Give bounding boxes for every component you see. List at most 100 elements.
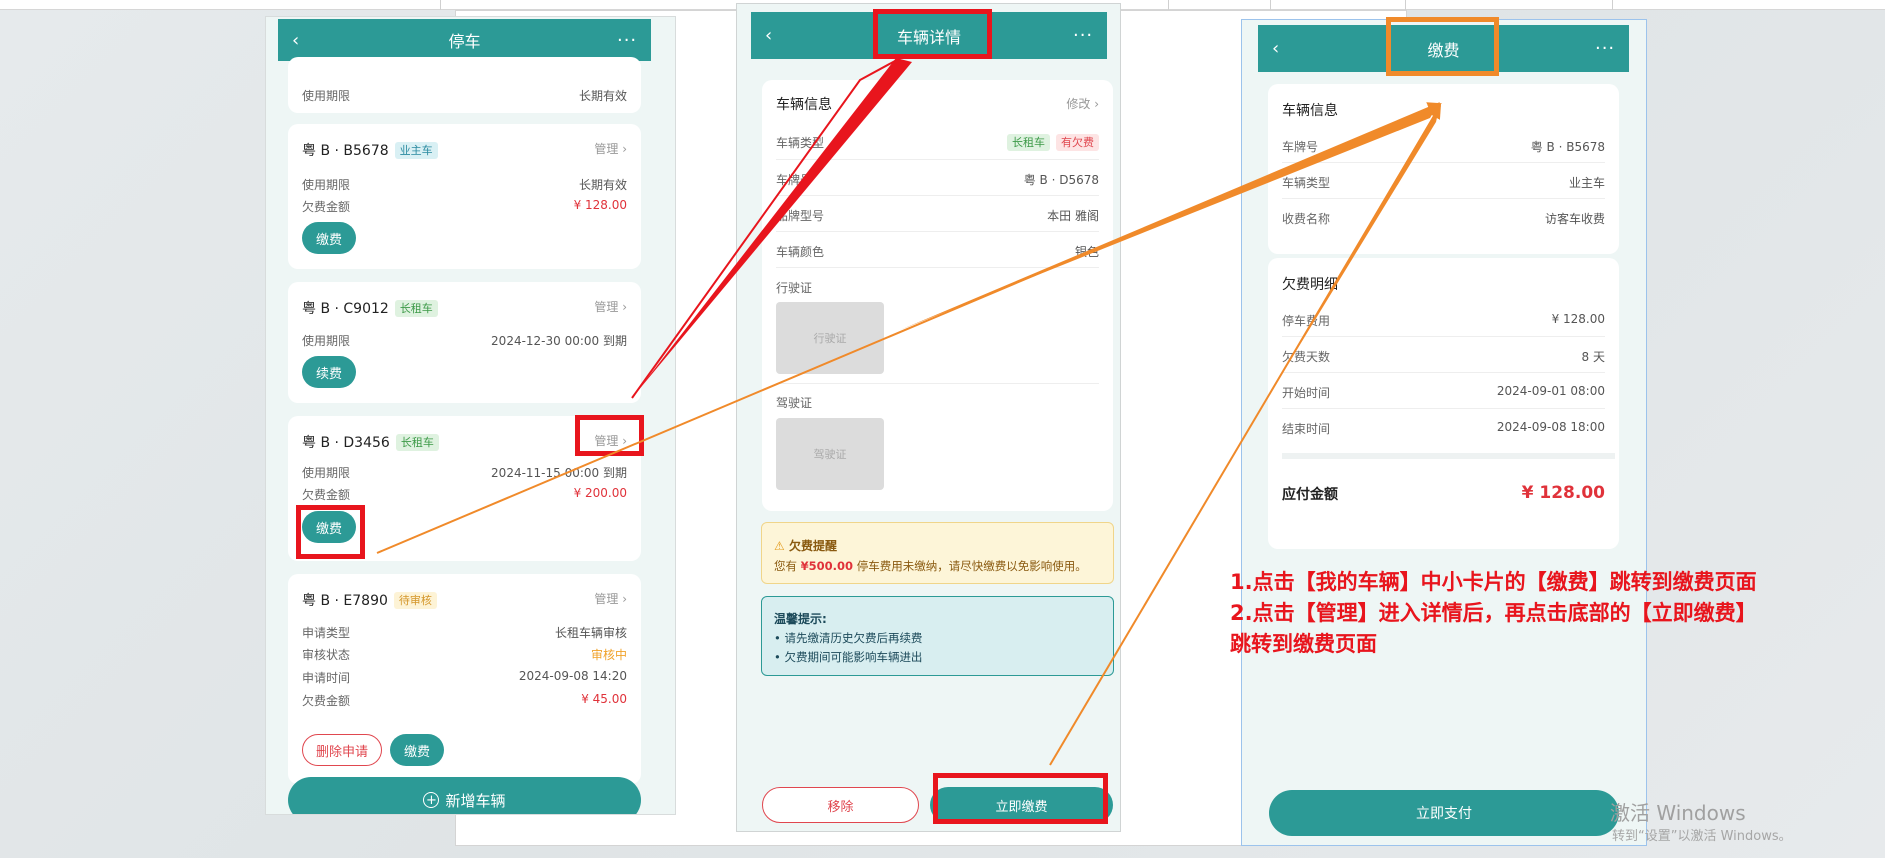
manage-link[interactable]: 管理 › <box>594 298 627 315</box>
divider <box>1282 408 1605 409</box>
card-row: 审核状态 审核中 <box>302 648 627 662</box>
arrears-tag: 有欠费 <box>1056 134 1099 151</box>
vehicle-type-tag: 长租车 <box>394 299 438 317</box>
plus-circle-icon: + <box>423 792 440 808</box>
section-title: 欠费明细 <box>1282 277 1338 293</box>
arrears-detail-card: 欠费明细 停车费用 ¥ 128.00 欠费天数 8 天 开始时间 2024-09-01… <box>1268 258 1619 549</box>
chevron-right-icon: › <box>622 142 627 156</box>
info-row: 欠费天数 8 天 <box>1282 350 1605 364</box>
plate-number: 粤 B · D3456 长租车 <box>302 432 439 452</box>
card-row: 使用期限 长期有效 <box>302 89 627 103</box>
license-label: 行驶证 <box>776 281 813 295</box>
arrears-amount: ¥500.00 <box>800 559 854 573</box>
info-row: 品牌型号 本田 雅阁 <box>776 209 1099 223</box>
annotation-line: 跳转到缴费页面 <box>1230 632 1377 656</box>
plate-number: 粤 B · B5678 业主车 <box>302 140 438 160</box>
total-amount: ¥ 128.00 <box>1521 483 1605 503</box>
vehicle-type-tag: 业主车 <box>394 141 438 159</box>
vehicle-detail-screen: ‹ 车辆详情 ··· 车辆信息 修改 › 车辆类型 长租车 有欠费 车牌号粤 B … <box>736 3 1121 832</box>
back-icon[interactable]: ‹ <box>1272 38 1292 59</box>
vehicle-card-e7890: 粤 B · E7890 待审核 管理 › 申请类型 长租车辆审核 审核状态 审核中 申… <box>288 574 641 784</box>
card-row: 使用期限 长期有效 <box>302 178 627 192</box>
section-title: 车辆信息 <box>1282 103 1338 119</box>
back-icon[interactable]: ‹ <box>765 25 785 46</box>
tips-item: • 欠费期间可能影响车辆进出 <box>774 650 923 664</box>
card-row: 申请类型 长租车辆审核 <box>302 626 627 640</box>
more-icon[interactable]: ··· <box>617 30 637 51</box>
info-row: 车辆类型 业主车 <box>1282 176 1605 190</box>
vehicle-card-top: 使用期限 长期有效 <box>288 57 641 113</box>
card-row: 欠费金额 ¥ 200.00 <box>302 486 627 502</box>
windows-activation-watermark: 激活 Windows <box>1610 801 1746 825</box>
info-row: 收费名称 访客车收费 <box>1282 212 1605 226</box>
pay-button[interactable]: 缴费 <box>390 734 444 766</box>
more-icon[interactable]: ··· <box>1073 25 1093 46</box>
chevron-right-icon: › <box>622 300 627 314</box>
tips-title: 温馨提示: <box>774 612 827 626</box>
plate-number: 粤 B · E7890 待审核 <box>302 590 437 610</box>
vehicle-type-tag: 长租车 <box>395 433 439 451</box>
page-title: 停车 <box>448 32 481 51</box>
divider <box>776 267 1099 268</box>
pay-submit-button[interactable]: 立即支付 <box>1269 790 1619 836</box>
payment-screen: ‹ 缴费 ··· 车辆信息 车牌号粤 B · B5678 车辆类型 业主车 收费名… <box>1241 19 1647 846</box>
chevron-right-icon: › <box>1094 97 1099 111</box>
info-row: 车牌号粤 B · D5678 <box>776 173 1099 187</box>
section-separator <box>1282 453 1615 459</box>
info-row: 开始时间 2024-09-01 08:00 <box>1282 384 1605 400</box>
tips-box: 温馨提示: • 请先缴清历史欠费后再续费 • 欠费期间可能影响车辆进出 <box>761 596 1114 676</box>
review-status-tag: 待审核 <box>393 591 437 609</box>
annotation-line: 1.点击【我的车辆】中小卡片的【缴费】跳转到缴费页面 <box>1230 570 1757 594</box>
warning-title: 欠费提醒 <box>788 539 837 553</box>
vehicle-type-tag: 长租车 <box>1007 134 1050 151</box>
instruction-annotation: 1.点击【我的车辆】中小卡片的【缴费】跳转到缴费页面 2.点击【管理】进入详情后… <box>1230 567 1757 660</box>
tips-item: • 请先缴清历史欠费后再续费 <box>774 631 923 645</box>
card-row: 欠费金额 ¥ 45.00 <box>302 692 627 708</box>
parking-navbar: ‹ 停车 ··· <box>278 19 651 61</box>
card-row: 使用期限 2024-11-15 00:00 到期 <box>302 466 627 480</box>
payment-vehicle-card: 车辆信息 车牌号粤 B · B5678 车辆类型 业主车 收费名称 访客车收费 <box>1268 84 1619 254</box>
card-row: 申请时间 2024-09-08 14:20 <box>302 669 627 685</box>
divider <box>1282 336 1605 337</box>
divider <box>1282 162 1605 163</box>
vehicle-card-b5678: 粤 B · B5678 业主车 管理 › 使用期限 长期有效 欠费金额 ¥ 128.0… <box>288 124 641 269</box>
total-label: 应付金额 <box>1282 487 1338 503</box>
highlight-pay-now-button <box>933 773 1108 824</box>
more-icon[interactable]: ··· <box>1595 38 1615 59</box>
vehicle-info-card: 车辆信息 修改 › 车辆类型 长租车 有欠费 车牌号粤 B · D5678 品牌型… <box>762 80 1113 511</box>
renew-button[interactable]: 续费 <box>302 356 356 388</box>
highlight-payment-title <box>1386 17 1499 76</box>
delete-application-button[interactable]: 删除申请 <box>302 734 382 766</box>
add-vehicle-button[interactable]: + 新增车辆 <box>288 777 641 814</box>
info-row: 结束时间 2024-09-08 18:00 <box>1282 420 1605 436</box>
annotation-line: 2.点击【管理】进入详情后，再点击底部的【立即缴费】 <box>1230 601 1757 625</box>
info-row: 停车费用 ¥ 128.00 <box>1282 312 1605 328</box>
driver-license-label: 驾驶证 <box>776 396 813 410</box>
card-row: 欠费金额 ¥ 128.00 <box>302 198 627 214</box>
vehicle-card-c9012: 粤 B · C9012 长租车 管理 › 使用期限 2024-12-30 00:00… <box>288 282 641 403</box>
driver-license-image[interactable]: 驾驶证 <box>776 418 884 490</box>
divider <box>776 195 1099 196</box>
manage-link[interactable]: 管理 › <box>594 140 627 157</box>
divider <box>776 383 1099 384</box>
edit-link[interactable]: 修改 › <box>1066 95 1099 112</box>
info-row: 车辆颜色 银色 <box>776 245 1099 259</box>
chevron-right-icon: › <box>622 592 627 606</box>
windows-activation-subtext: 转到“设置”以激活 Windows。 <box>1612 829 1792 844</box>
arrears-warning: ⚠ 欠费提醒 您有 ¥500.00 停车费用未缴纳，请尽快缴费以免影响使用。 <box>761 522 1114 584</box>
card-row: 使用期限 2024-12-30 00:00 到期 <box>302 334 627 348</box>
driving-license-image[interactable]: 行驶证 <box>776 302 884 374</box>
section-title: 车辆信息 <box>776 97 832 113</box>
warning-text: 您有 ¥500.00 停车费用未缴纳，请尽快缴费以免影响使用。 <box>774 559 1087 573</box>
remove-vehicle-button[interactable]: 移除 <box>762 787 919 823</box>
divider <box>1282 198 1605 199</box>
divider <box>1282 372 1605 373</box>
warning-icon: ⚠ <box>774 539 785 553</box>
divider <box>776 159 1099 160</box>
info-row: 车辆类型 长租车 有欠费 <box>776 134 1099 151</box>
highlight-pay-button <box>296 505 365 559</box>
manage-link[interactable]: 管理 › <box>594 590 627 607</box>
divider <box>776 231 1099 232</box>
back-icon[interactable]: ‹ <box>292 30 312 51</box>
pay-button[interactable]: 缴费 <box>302 222 356 254</box>
